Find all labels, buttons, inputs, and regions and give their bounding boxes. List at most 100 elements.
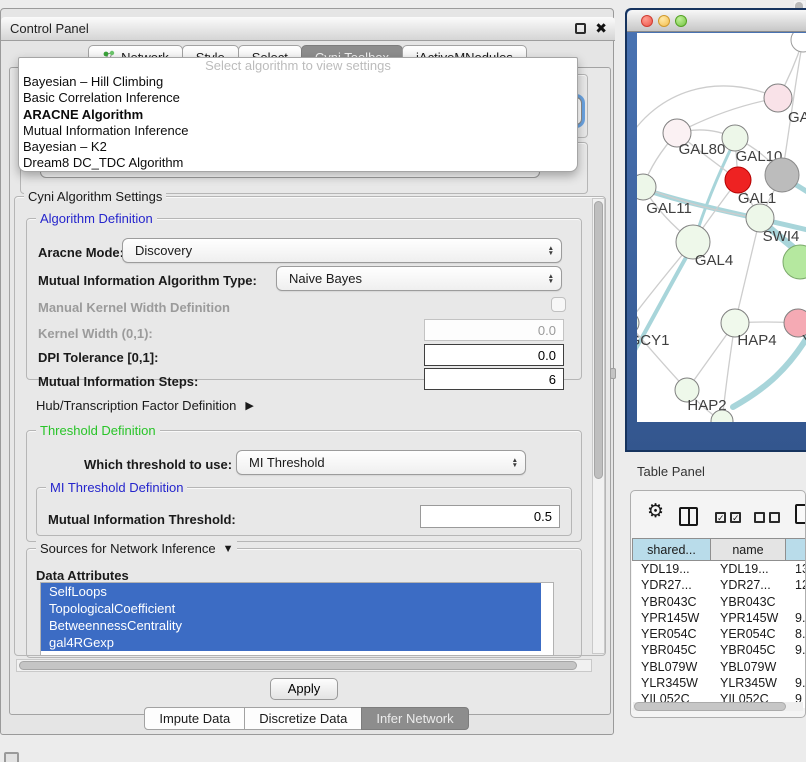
table-cell[interactable]: YPR145W — [711, 610, 786, 626]
minimize-window-icon[interactable] — [658, 15, 670, 27]
algorithm-option-dream8-dc-tdc-algorithm[interactable]: Dream8 DC_TDC Algorithm — [19, 155, 577, 171]
table-row[interactable]: YBR045CYBR045C9. — [632, 642, 806, 658]
column-header-shared[interactable]: shared... — [632, 538, 711, 561]
attribute-item-topologicalcoefficient[interactable]: TopologicalCoefficient — [41, 600, 541, 617]
table-cell[interactable]: YPR145W — [632, 610, 711, 626]
control-panel-titlebar: Control Panel ✖ — [1, 17, 615, 41]
table-row[interactable]: YBL079WYBL079W — [632, 659, 806, 675]
mi-steps-input[interactable] — [424, 368, 564, 390]
table-cell[interactable]: 9. — [786, 675, 806, 691]
table-cell[interactable]: 12 — [786, 577, 806, 593]
table-cell[interactable]: YBR043C — [711, 594, 786, 610]
table-cell[interactable]: YBR045C — [632, 642, 711, 658]
network-node-label: HAP4 — [737, 332, 776, 349]
aracne-mode-combobox[interactable]: Discovery ▲▼ — [122, 238, 562, 263]
table-cell[interactable]: YBR043C — [632, 594, 711, 610]
table-row[interactable]: YDR27...YDR27...12 — [632, 577, 806, 593]
table-cell[interactable]: 8. — [786, 626, 806, 642]
manual-kernel-width-checkbox[interactable] — [551, 297, 566, 312]
table-row[interactable]: YLR345WYLR345W9. — [632, 675, 806, 691]
hub-definition-toggle[interactable]: Hub/Transcription Factor Definition ▶ — [36, 398, 254, 413]
table-cell[interactable]: YDL19... — [632, 561, 711, 577]
network-edge[interactable] — [637, 245, 693, 368]
checked-checkbox-icon[interactable]: ✓ — [730, 512, 741, 523]
algorithm-option-aracne-algorithm[interactable]: ARACNE Algorithm — [19, 107, 577, 123]
unchecked-checkbox-icon[interactable] — [754, 512, 765, 523]
column-header-name[interactable]: name — [711, 538, 786, 561]
table-hscrollbar-thumb[interactable] — [634, 702, 786, 711]
settings-hscrollbar-thumb[interactable] — [19, 661, 577, 670]
table-row[interactable]: YBR043CYBR043C — [632, 594, 806, 610]
table-row[interactable]: YER054CYER054C8. — [632, 626, 806, 642]
column-header-cut[interactable] — [786, 538, 806, 561]
gear-icon[interactable]: ⚙ — [647, 500, 664, 523]
panel-title: Control Panel — [10, 21, 89, 36]
table-cell[interactable]: YER054C — [711, 626, 786, 642]
algorithm-option-mutual-information-inference[interactable]: Mutual Information Inference — [19, 123, 577, 139]
mi-algorithm-type-combobox[interactable]: Naive Bayes ▲▼ — [276, 266, 562, 291]
settings-horizontal-scrollbar[interactable] — [16, 659, 592, 672]
node-table: shared...name YDL19...YDL19...13YDR27...… — [632, 538, 806, 708]
which-threshold-combobox[interactable]: MI Threshold ▲▼ — [236, 450, 526, 475]
unchecked-checkbox-icon[interactable] — [769, 512, 780, 523]
settings-scrollbar-thumb[interactable] — [594, 201, 603, 479]
network-node-label: GAL80 — [679, 141, 726, 158]
close-panel-icon[interactable]: ✖ — [595, 20, 607, 37]
attribute-item-selfloops[interactable]: SelfLoops — [41, 583, 541, 600]
sources-group-title-row[interactable]: Sources for Network Inference ▼ — [36, 541, 237, 556]
which-threshold-label: Which threshold to use: — [84, 457, 232, 472]
tab-infer-network[interactable]: Infer Network — [361, 707, 468, 730]
network-node[interactable] — [791, 33, 806, 52]
table-cell[interactable] — [786, 594, 806, 610]
mi-threshold-input[interactable] — [420, 505, 560, 528]
maximize-window-icon[interactable] — [675, 15, 687, 27]
panel-splitter-handle[interactable] — [610, 368, 616, 379]
split-columns-icon[interactable] — [679, 507, 698, 526]
table-cell[interactable]: 9. — [786, 610, 806, 626]
table-cell[interactable]: YBL079W — [711, 659, 786, 675]
table-cell[interactable]: 13 — [786, 561, 806, 577]
table-cell[interactable]: 9. — [786, 642, 806, 658]
table-row[interactable]: YPR145WYPR145W9. — [632, 610, 806, 626]
table-panel: ⚙ ✓ ✓ shared...name YDL19...YDL19...13YD… — [630, 490, 806, 718]
table-cell[interactable]: YLR345W — [632, 675, 711, 691]
tab-discretize-data[interactable]: Discretize Data — [244, 707, 362, 730]
table-horizontal-scrollbar[interactable] — [633, 702, 803, 711]
table-cell[interactable]: YBR045C — [711, 642, 786, 658]
table-row[interactable]: YDL19...YDL19...13 — [632, 561, 806, 577]
document-icon[interactable] — [795, 504, 806, 524]
tab-impute-data[interactable]: Impute Data — [144, 707, 245, 730]
network-edge[interactable] — [637, 86, 778, 141]
network-node-gal11[interactable] — [637, 174, 656, 200]
algorithm-option-bayesian-k2[interactable]: Bayesian – K2 — [19, 139, 577, 155]
settings-vertical-scrollbar[interactable] — [592, 198, 605, 654]
network-canvas[interactable]: GALGAL80GAL10GAL1GAL11SWI4GAL4GCY1HAP4YH… — [637, 33, 806, 422]
table-panel-title: Table Panel — [637, 464, 705, 479]
table-cell[interactable]: YDR27... — [632, 577, 711, 593]
docked-panel-icon[interactable] — [4, 752, 19, 762]
network-node[interactable] — [765, 158, 799, 192]
mi-threshold-definition-title: MI Threshold Definition — [46, 480, 187, 495]
algorithm-option-basic-correlation-inference[interactable]: Basic Correlation Inference — [19, 90, 577, 106]
network-node-gcy1[interactable] — [637, 312, 639, 334]
table-cell[interactable]: YLR345W — [711, 675, 786, 691]
table-cell[interactable] — [786, 659, 806, 675]
algorithm-option-bayesian-hill-climbing[interactable]: Bayesian – Hill Climbing — [19, 74, 577, 90]
algorithm-dropdown-popup: Select algorithm to view settings Bayesi… — [18, 57, 578, 172]
table-cell[interactable]: YDR27... — [711, 577, 786, 593]
attribute-item-gal4rgexp[interactable]: gal4RGexp — [41, 634, 541, 651]
kernel-width-input[interactable] — [424, 319, 564, 341]
table-cell[interactable]: YDL19... — [711, 561, 786, 577]
table-cell[interactable]: YBL079W — [632, 659, 711, 675]
float-panel-icon[interactable] — [575, 23, 586, 34]
checked-checkbox-icon[interactable]: ✓ — [715, 512, 726, 523]
network-node-gal[interactable] — [764, 84, 792, 112]
apply-button[interactable]: Apply — [270, 678, 338, 700]
network-edge[interactable] — [735, 218, 760, 323]
table-cell[interactable]: YER054C — [632, 626, 711, 642]
close-window-icon[interactable] — [641, 15, 653, 27]
network-node[interactable] — [783, 245, 806, 279]
attribute-item-betweennesscentrality[interactable]: BetweennessCentrality — [41, 617, 541, 634]
network-window-titlebar[interactable] — [627, 10, 806, 32]
dpi-tolerance-input[interactable] — [424, 344, 564, 366]
